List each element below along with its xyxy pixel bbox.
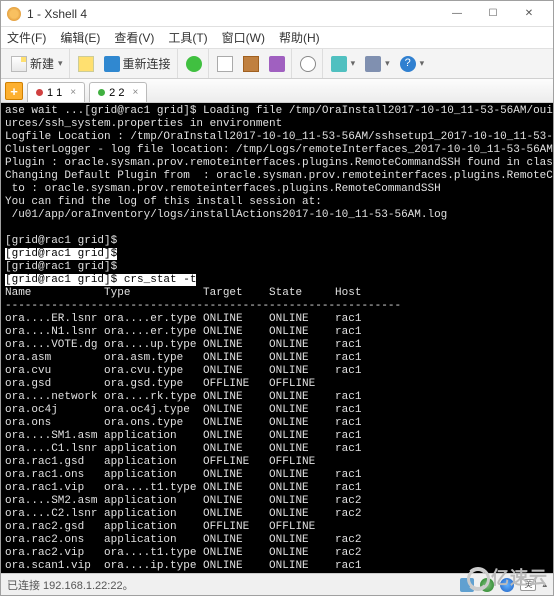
window-buttons: — ☐ ✕ xyxy=(439,3,547,25)
status-dot-icon xyxy=(98,89,105,96)
search-button[interactable] xyxy=(296,54,320,74)
network-icon[interactable] xyxy=(500,578,514,592)
help-icon: ? xyxy=(400,56,416,72)
toolbar: 新建 ▾ 重新连接 ▾ ▾ ?▾ xyxy=(1,49,553,79)
tab-1-label: 1 1 xyxy=(47,87,62,99)
titlebar[interactable]: 1 - Xshell 4 — ☐ ✕ xyxy=(1,1,553,27)
tab-bar: + 1 1 × 2 2 × xyxy=(1,79,553,103)
script-icon xyxy=(365,56,381,72)
menu-view[interactable]: 查看(V) xyxy=(114,29,154,46)
menu-help[interactable]: 帮助(H) xyxy=(279,29,320,46)
folder-icon xyxy=(78,56,94,72)
status-dot-icon xyxy=(36,89,43,96)
color-button[interactable]: ▾ xyxy=(327,54,360,74)
terminal-output[interactable]: ase wait ...[grid@rac1 grid]$ Loading fi… xyxy=(5,105,549,573)
globe-icon[interactable] xyxy=(480,578,494,592)
status-bar: 已连接 192.168.1.22:22。 英 ▴ xyxy=(1,573,553,595)
menu-edit[interactable]: 编辑(E) xyxy=(60,29,100,46)
connect-button[interactable] xyxy=(182,54,206,74)
close-tab-icon[interactable]: × xyxy=(70,87,76,98)
new-file-icon xyxy=(11,56,27,72)
app-window: 1 - Xshell 4 — ☐ ✕ 文件(F) 编辑(E) 查看(V) 工具(… xyxy=(0,0,554,596)
new-tab-button[interactable]: + xyxy=(5,82,23,100)
tab-2-label: 2 2 xyxy=(109,87,124,99)
copy-button[interactable] xyxy=(213,54,237,74)
chevron-down-icon: ▾ xyxy=(58,58,63,69)
reconnect-button[interactable]: 重新连接 xyxy=(100,53,175,74)
tool-icon xyxy=(269,56,285,72)
misc-button[interactable] xyxy=(265,54,289,74)
palette-icon xyxy=(331,56,347,72)
tab-2[interactable]: 2 2 × xyxy=(89,82,147,102)
reconnect-icon xyxy=(104,56,120,72)
copy-icon xyxy=(217,56,233,72)
app-icon xyxy=(7,7,21,21)
script-button[interactable]: ▾ xyxy=(361,54,394,74)
menu-window[interactable]: 窗口(W) xyxy=(222,29,265,46)
paste-button[interactable] xyxy=(239,54,263,74)
connect-icon xyxy=(186,56,202,72)
open-button[interactable] xyxy=(74,54,98,74)
tab-1[interactable]: 1 1 × xyxy=(27,82,85,102)
minimize-button[interactable]: — xyxy=(439,3,475,25)
terminal[interactable]: ase wait ...[grid@rac1 grid]$ Loading fi… xyxy=(1,103,553,573)
new-button[interactable]: 新建 ▾ xyxy=(7,53,67,74)
help-button[interactable]: ?▾ xyxy=(396,54,429,74)
ime-indicator[interactable]: 英 xyxy=(520,579,536,591)
close-button[interactable]: ✕ xyxy=(511,3,547,25)
reconnect-label: 重新连接 xyxy=(123,55,171,72)
new-label: 新建 xyxy=(30,55,54,72)
window-title: 1 - Xshell 4 xyxy=(27,7,439,21)
menu-file[interactable]: 文件(F) xyxy=(7,29,46,46)
menubar: 文件(F) 编辑(E) 查看(V) 工具(T) 窗口(W) 帮助(H) xyxy=(1,27,553,49)
paste-icon xyxy=(243,56,259,72)
maximize-button[interactable]: ☐ xyxy=(475,3,511,25)
status-icon[interactable] xyxy=(460,578,474,592)
close-tab-icon[interactable]: × xyxy=(132,87,138,98)
search-icon xyxy=(300,56,316,72)
chevron-icon[interactable]: ▴ xyxy=(542,579,547,590)
menu-tools[interactable]: 工具(T) xyxy=(168,29,207,46)
status-conn: 已连接 192.168.1.22:22。 xyxy=(7,577,134,593)
